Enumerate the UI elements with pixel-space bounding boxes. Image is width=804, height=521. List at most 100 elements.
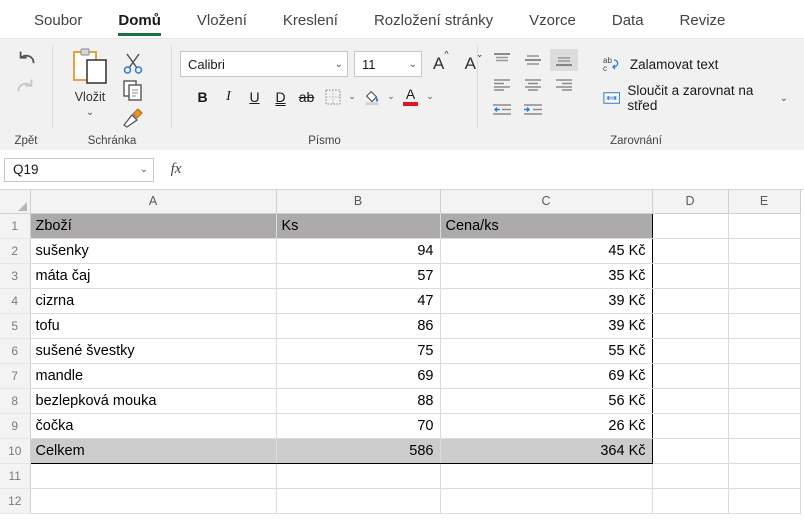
align-middle-button[interactable] xyxy=(519,49,547,71)
cell-c5[interactable]: 39 Kč xyxy=(440,313,653,339)
tab-kresleni[interactable]: Kreslení xyxy=(265,12,356,38)
cell-d2[interactable] xyxy=(652,238,729,264)
undo-button[interactable] xyxy=(13,49,39,75)
tab-domu[interactable]: Domů xyxy=(100,12,179,38)
cell-d11[interactable] xyxy=(652,463,729,489)
cell-d6[interactable] xyxy=(652,338,729,364)
double-underline-button[interactable]: D xyxy=(268,84,293,109)
cell-c11[interactable] xyxy=(440,463,653,489)
cell-c12[interactable] xyxy=(440,488,653,514)
font-color-button[interactable]: A xyxy=(398,84,423,109)
cell-d12[interactable] xyxy=(652,488,729,514)
cell-a6[interactable]: sušené švestky xyxy=(29,338,277,364)
cell-d5[interactable] xyxy=(652,313,729,339)
cell-a4[interactable]: cizrna xyxy=(29,288,277,314)
cell-e2[interactable] xyxy=(728,238,801,264)
cell-e6[interactable] xyxy=(728,338,801,364)
wrap-text-button[interactable]: ab c Zalamovat text xyxy=(603,55,788,73)
align-bottom-button[interactable] xyxy=(550,49,578,71)
cell-c7[interactable]: 69 Kč xyxy=(440,363,653,389)
cell-c3[interactable]: 35 Kč xyxy=(440,263,653,289)
merge-and-center-button[interactable]: Sloučit a zarovnat na střed ⌄ xyxy=(603,83,788,113)
cell-e1[interactable] xyxy=(728,213,801,239)
cell-b12[interactable] xyxy=(276,488,441,514)
cell-e12[interactable] xyxy=(728,488,801,514)
align-right-button[interactable] xyxy=(550,74,578,96)
cell-c1[interactable]: Cena/ks xyxy=(440,212,653,239)
cell-c4[interactable]: 39 Kč xyxy=(440,288,653,314)
increase-indent-button[interactable] xyxy=(519,99,547,121)
column-header-b[interactable]: B xyxy=(276,190,441,214)
formula-input[interactable] xyxy=(198,157,800,182)
cell-a2[interactable]: sušenky xyxy=(29,238,277,264)
column-header-c[interactable]: C xyxy=(440,190,653,214)
cell-b10[interactable]: 586 xyxy=(276,438,441,464)
format-painter-button[interactable] xyxy=(121,105,145,129)
cut-button[interactable] xyxy=(121,51,145,75)
cell-b1[interactable]: Ks xyxy=(276,212,441,239)
row-header-8[interactable]: 8 xyxy=(0,388,31,414)
cell-b7[interactable]: 69 xyxy=(276,363,441,389)
cell-d7[interactable] xyxy=(652,363,729,389)
cell-e5[interactable] xyxy=(728,313,801,339)
cell-e4[interactable] xyxy=(728,288,801,314)
merge-chevron-down-icon[interactable]: ⌄ xyxy=(780,93,788,104)
borders-button[interactable] xyxy=(320,84,345,109)
cell-a11[interactable] xyxy=(30,463,277,489)
row-header-5[interactable]: 5 xyxy=(0,313,31,339)
cell-c10[interactable]: 364 Kč xyxy=(440,438,653,464)
name-box[interactable]: Q19 ⌄ xyxy=(4,157,154,182)
bold-button[interactable]: B xyxy=(190,84,215,109)
copy-button[interactable] xyxy=(121,78,145,102)
increase-font-size-button[interactable]: A^ xyxy=(428,49,454,74)
cell-a8[interactable]: bezlepková mouka xyxy=(29,388,277,414)
cell-b4[interactable]: 47 xyxy=(276,288,441,314)
cell-d10[interactable] xyxy=(652,438,729,464)
column-header-a[interactable]: A xyxy=(30,190,277,214)
cell-b3[interactable]: 57 xyxy=(276,263,441,289)
column-header-e[interactable]: E xyxy=(728,190,801,214)
font-name-input[interactable]: Calibri ⌄ xyxy=(180,51,348,77)
cell-a5[interactable]: tofu xyxy=(29,313,277,339)
redo-button[interactable] xyxy=(13,77,39,103)
cell-d9[interactable] xyxy=(652,413,729,439)
cell-e7[interactable] xyxy=(728,363,801,389)
strikethrough-button[interactable]: ab xyxy=(294,84,319,109)
cell-c8[interactable]: 56 Kč xyxy=(440,388,653,414)
cell-a3[interactable]: máta čaj xyxy=(29,263,277,289)
cell-c9[interactable]: 26 Kč xyxy=(440,413,653,439)
paste-button[interactable]: Vložit ⌄ xyxy=(59,43,121,118)
row-header-3[interactable]: 3 xyxy=(0,263,31,289)
cell-e11[interactable] xyxy=(728,463,801,489)
row-header-6[interactable]: 6 xyxy=(0,338,31,364)
paste-chevron-down-icon[interactable]: ⌄ xyxy=(86,108,94,118)
cell-c6[interactable]: 55 Kč xyxy=(440,338,653,364)
row-header-7[interactable]: 7 xyxy=(0,363,31,389)
cell-b2[interactable]: 94 xyxy=(276,238,441,264)
column-header-d[interactable]: D xyxy=(652,190,729,214)
align-left-button[interactable] xyxy=(488,74,516,96)
row-header-11[interactable]: 11 xyxy=(0,463,31,489)
row-header-1[interactable]: 1 xyxy=(0,213,31,239)
cell-b9[interactable]: 70 xyxy=(276,413,441,439)
cell-d3[interactable] xyxy=(652,263,729,289)
cell-e8[interactable] xyxy=(728,388,801,414)
italic-button[interactable]: I xyxy=(216,84,241,109)
row-header-4[interactable]: 4 xyxy=(0,288,31,314)
fill-color-button[interactable] xyxy=(359,84,384,109)
tab-soubor[interactable]: Soubor xyxy=(16,12,100,38)
tab-revize[interactable]: Revize xyxy=(662,12,744,38)
fill-color-chevron-down-icon[interactable]: ⌄ xyxy=(385,91,397,102)
cell-a9[interactable]: čočka xyxy=(29,413,277,439)
cell-a10[interactable]: Celkem xyxy=(29,438,277,464)
cell-e9[interactable] xyxy=(728,413,801,439)
select-all-corner[interactable] xyxy=(0,190,31,214)
cell-a1[interactable]: Zboží xyxy=(29,212,277,239)
underline-button[interactable]: U xyxy=(242,84,267,109)
tab-vzorce[interactable]: Vzorce xyxy=(511,12,594,38)
cell-c2[interactable]: 45 Kč xyxy=(440,238,653,264)
cell-e3[interactable] xyxy=(728,263,801,289)
insert-function-button[interactable]: fx xyxy=(158,158,194,182)
tab-rozlozeni-stranky[interactable]: Rozložení stránky xyxy=(356,12,511,38)
borders-chevron-down-icon[interactable]: ⌄ xyxy=(346,91,358,102)
